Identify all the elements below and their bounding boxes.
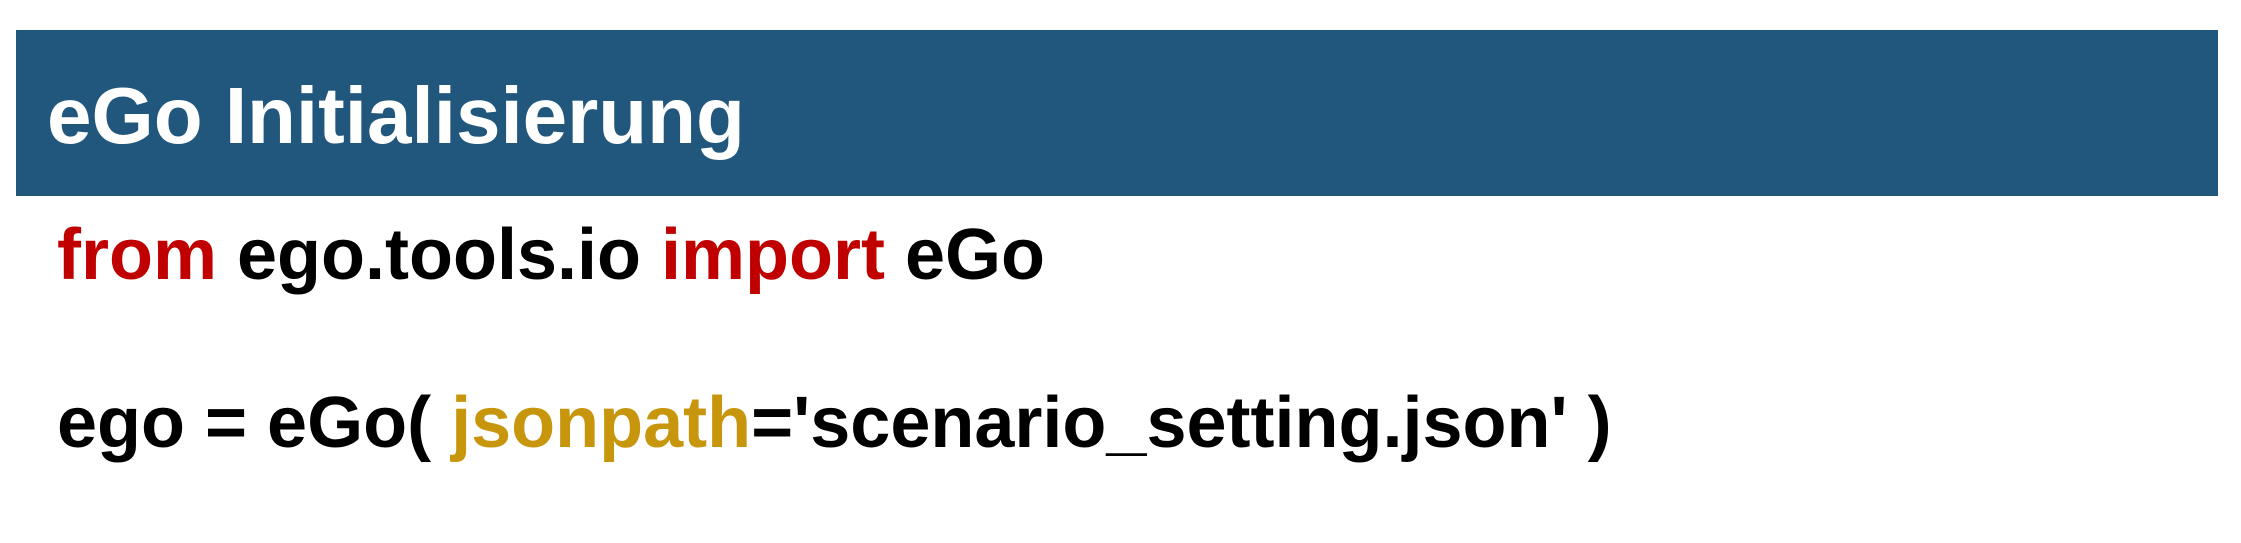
code-line-import: from ego.tools.io import eGo [57,213,1045,297]
parameter-name: jsonpath [451,383,752,463]
header-bar: eGo Initialisierung [16,30,2218,196]
imported-name: eGo [884,215,1046,295]
slide-title: eGo Initialisierung [47,71,745,160]
assignment-prefix: ego = eGo( [57,383,452,463]
code-line-assignment: ego = eGo( jsonpath='scenario_setting.js… [57,381,1612,465]
keyword-from: from [57,215,217,295]
assignment-suffix: ='scenario_setting.json' ) [751,383,1612,463]
module-name: ego.tools.io [217,215,661,295]
keyword-import: import [661,215,885,295]
